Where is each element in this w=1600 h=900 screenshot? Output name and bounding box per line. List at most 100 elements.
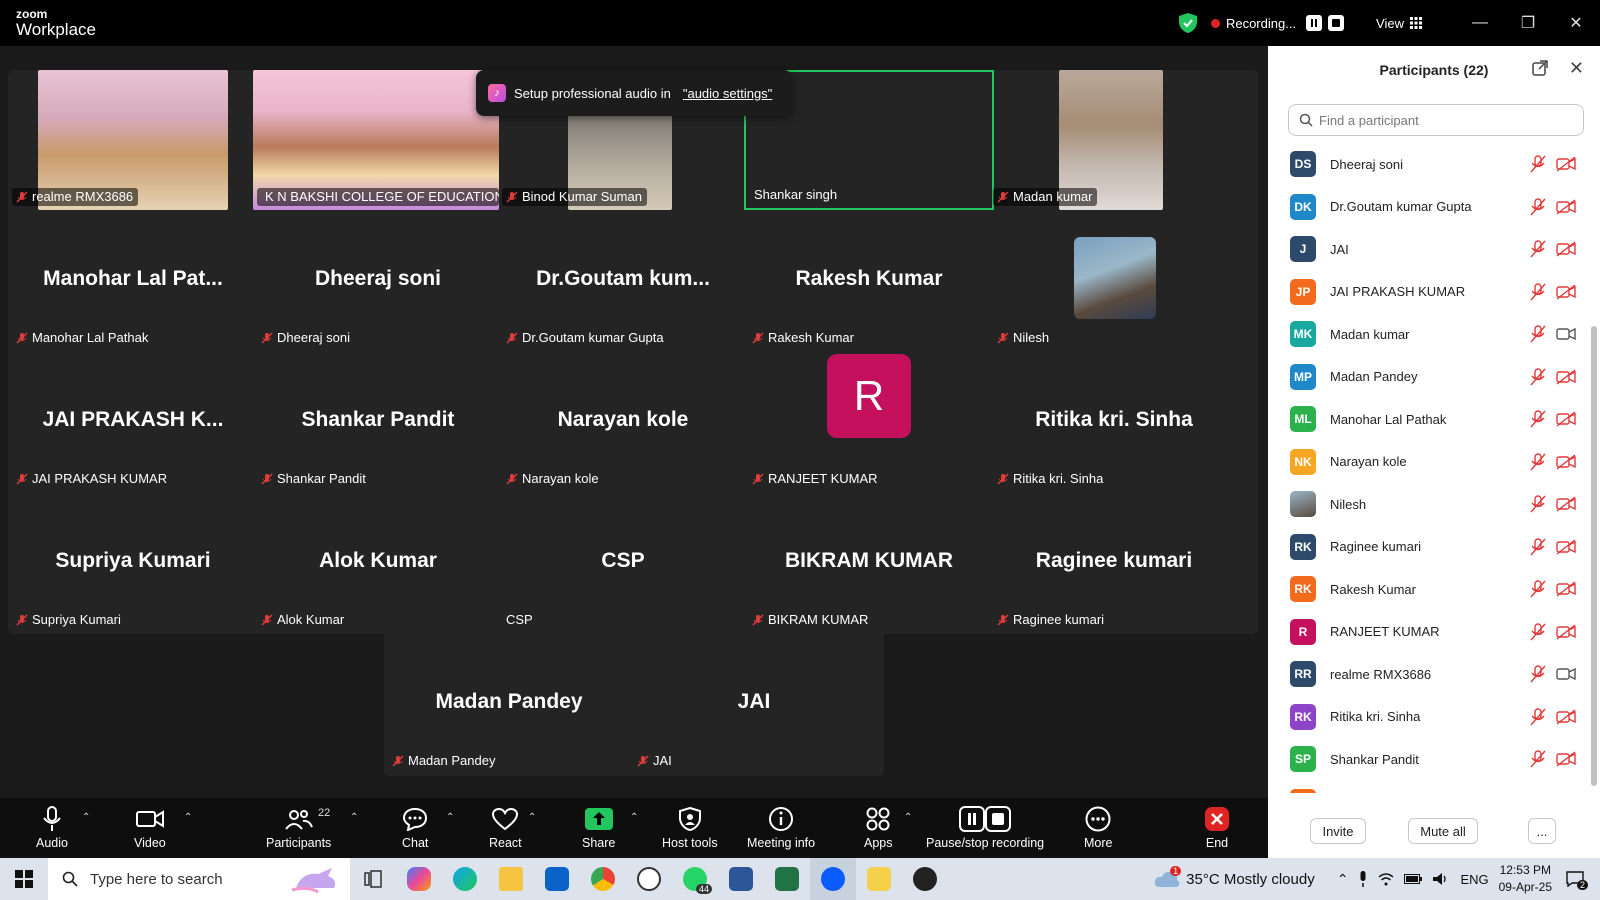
video-tile[interactable]: K N BAKSHI COLLEGE OF EDUCATION K...	[253, 70, 503, 210]
video-tile[interactable]: BIKRAM KUMAR BIKRAM KUMAR	[744, 493, 994, 633]
camera-on-icon[interactable]	[1556, 666, 1576, 682]
zoom-app[interactable]	[810, 858, 856, 900]
camera-off-icon[interactable]	[1556, 454, 1576, 470]
encryption-shield-icon[interactable]	[1178, 13, 1197, 33]
participant-row[interactable]: JP JAI PRAKASH KUMAR	[1268, 271, 1588, 314]
share-options-chevron-icon[interactable]: ⌃	[630, 812, 638, 823]
camera-off-icon[interactable]	[1556, 369, 1576, 385]
camera-off-icon[interactable]	[1556, 539, 1576, 555]
video-tile[interactable]: Nilesh	[989, 211, 1239, 351]
video-tile[interactable]: Manohar Lal Pat... Manohar Lal Pathak	[8, 211, 258, 351]
chat-options-chevron-icon[interactable]: ⌃	[446, 812, 454, 823]
video-tile[interactable]: Shankar Pandit Shankar Pandit	[253, 352, 503, 492]
audio-settings-toast[interactable]: ♪ Setup professional audio in "audio set…	[476, 70, 792, 116]
participant-row[interactable]: Nilesh	[1268, 483, 1588, 526]
mic-muted-icon[interactable]	[1530, 538, 1546, 556]
whatsapp-app[interactable]: 44	[672, 858, 718, 900]
camera-off-icon[interactable]	[1556, 241, 1576, 257]
video-button[interactable]: Video	[134, 804, 166, 850]
mic-muted-icon[interactable]	[1530, 708, 1546, 726]
participant-row[interactable]: SKSupriya Kumari	[1268, 781, 1588, 793]
panel-scrollbar[interactable]	[1591, 326, 1597, 786]
video-tile[interactable]: Supriya Kumari Supriya Kumari	[8, 493, 258, 633]
chevron-up-icon[interactable]: ⌃	[1337, 871, 1349, 888]
participant-row[interactable]: J JAI	[1268, 228, 1588, 271]
mic-muted-icon[interactable]	[1530, 453, 1546, 471]
camera-off-icon[interactable]	[1556, 709, 1576, 725]
participant-row[interactable]: ML Manohar Lal Pathak	[1268, 398, 1588, 441]
video-tile[interactable]: Dheeraj soni Dheeraj soni	[253, 211, 503, 351]
participants-options-chevron-icon[interactable]: ⌃	[350, 812, 358, 823]
camera-off-icon[interactable]	[1556, 496, 1576, 512]
video-tile[interactable]: Dr.Goutam kum... Dr.Goutam kumar Gupta	[498, 211, 748, 351]
minimize-button[interactable]: —	[1456, 0, 1504, 46]
participant-row[interactable]: RR realme RMX3686	[1268, 653, 1588, 696]
participant-row[interactable]: R RANJEET KUMAR	[1268, 611, 1588, 654]
notification-center-button[interactable]: 2	[1562, 866, 1588, 892]
mic-muted-icon[interactable]	[1530, 623, 1546, 641]
video-tile[interactable]: Alok Kumar Alok Kumar	[253, 493, 503, 633]
meeting-info-button[interactable]: Meeting info	[747, 804, 815, 850]
edge-app[interactable]	[442, 858, 488, 900]
video-tile[interactable]: CSP CSP	[498, 493, 748, 633]
video-tile[interactable]: Rakesh Kumar Rakesh Kumar	[744, 211, 994, 351]
mute-all-button[interactable]: Mute all	[1408, 818, 1478, 844]
taskbar-search[interactable]: Type here to search	[48, 858, 350, 900]
speaker-icon[interactable]	[1432, 872, 1450, 886]
panel-more-button[interactable]: ...	[1528, 818, 1556, 844]
camera-off-icon[interactable]	[1556, 411, 1576, 427]
pause-recording-button[interactable]	[1306, 15, 1323, 31]
audio-button[interactable]: Audio	[36, 804, 68, 850]
participant-row[interactable]: MK Madan kumar	[1268, 313, 1588, 356]
video-tile[interactable]: R RANJEET KUMAR	[744, 352, 994, 492]
excel-app[interactable]	[764, 858, 810, 900]
participant-row[interactable]: MP Madan Pandey	[1268, 356, 1588, 399]
camera-off-icon[interactable]	[1556, 284, 1576, 300]
word-app[interactable]	[718, 858, 764, 900]
invite-button[interactable]: Invite	[1310, 818, 1366, 844]
video-tile[interactable]: Madan kumar	[989, 70, 1239, 210]
mic-muted-icon[interactable]	[1530, 580, 1546, 598]
host-tools-button[interactable]: Host tools	[662, 804, 718, 850]
video-tile[interactable]: Madan Pandey Madan Pandey	[384, 634, 634, 774]
more-button[interactable]: More	[1084, 804, 1112, 850]
battery-icon[interactable]	[1404, 874, 1423, 884]
media-player-app[interactable]	[902, 858, 948, 900]
mic-muted-icon[interactable]	[1530, 410, 1546, 428]
end-meeting-button[interactable]: End	[1204, 804, 1230, 850]
video-tile[interactable]: Ritika kri. Sinha Ritika kri. Sinha	[989, 352, 1239, 492]
language-indicator[interactable]: ENG	[1460, 872, 1488, 887]
mic-muted-icon[interactable]	[1530, 495, 1546, 513]
view-button[interactable]: View	[1376, 16, 1422, 31]
sticky-notes-app[interactable]	[856, 858, 902, 900]
pause-stop-recording-button[interactable]: Pause/stop recording	[926, 804, 1044, 850]
participant-row[interactable]: RK Ritika kri. Sinha	[1268, 696, 1588, 739]
video-tile[interactable]: realme RMX3686	[8, 70, 258, 210]
video-tile[interactable]: JAI JAI	[629, 634, 879, 774]
tray-microphone-icon[interactable]	[1358, 871, 1368, 887]
apps-button[interactable]: Apps	[864, 804, 893, 850]
mic-muted-icon[interactable]	[1530, 240, 1546, 258]
mic-muted-icon[interactable]	[1530, 325, 1546, 343]
mic-muted-icon[interactable]	[1530, 198, 1546, 216]
participant-row[interactable]: DK Dr.Goutam kumar Gupta	[1268, 186, 1588, 229]
outlook-app[interactable]	[534, 858, 580, 900]
participant-row[interactable]: SP Shankar Pandit	[1268, 738, 1588, 781]
react-button[interactable]: React	[489, 804, 522, 850]
audio-settings-link[interactable]: "audio settings"	[683, 86, 772, 101]
pop-out-icon[interactable]	[1532, 60, 1548, 76]
camera-off-icon[interactable]	[1556, 156, 1576, 172]
mic-muted-icon[interactable]	[1530, 155, 1546, 173]
chat-button[interactable]: Chat	[402, 804, 428, 850]
camera-off-icon[interactable]	[1556, 751, 1576, 767]
participant-search[interactable]	[1288, 104, 1584, 136]
mic-muted-icon[interactable]	[1530, 283, 1546, 301]
copilot-app[interactable]	[396, 858, 442, 900]
task-view-button[interactable]	[350, 858, 396, 900]
apps-options-chevron-icon[interactable]: ⌃	[904, 812, 912, 823]
participant-row[interactable]: NK Narayan kole	[1268, 441, 1588, 484]
camera-on-icon[interactable]	[1556, 326, 1576, 342]
share-button[interactable]: Share	[582, 804, 615, 850]
close-panel-icon[interactable]: ✕	[1569, 58, 1584, 79]
camera-off-icon[interactable]	[1556, 199, 1576, 215]
